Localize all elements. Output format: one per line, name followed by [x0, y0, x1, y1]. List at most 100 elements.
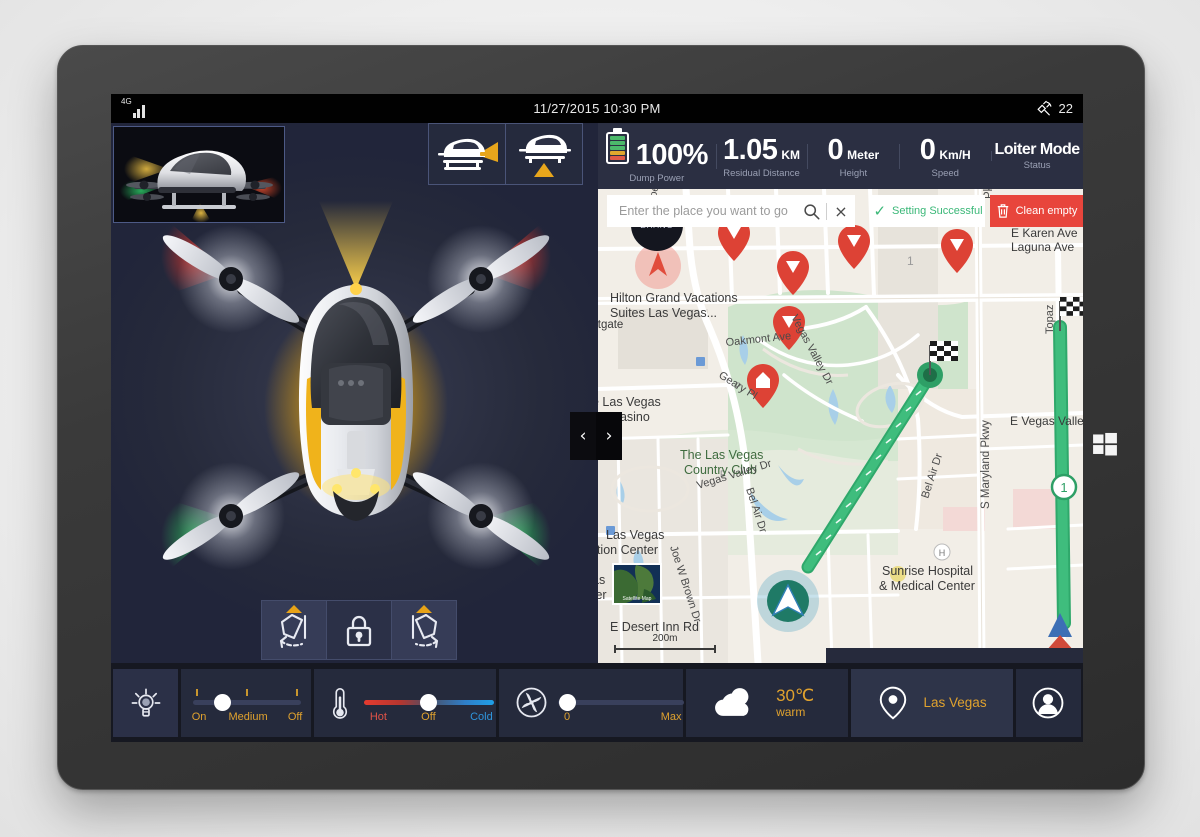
- slider-knob[interactable]: [214, 694, 232, 711]
- svg-text:ter: ter: [598, 588, 607, 602]
- drone-top-view-illustration: [161, 201, 551, 591]
- svg-text:S Maryland Pkwy: S Maryland Pkwy: [980, 420, 992, 509]
- lock-button[interactable]: [326, 601, 391, 659]
- satellite-map-toggle[interactable]: Satellite Map: [612, 563, 662, 605]
- map-panel: 100% Dump Power 1.05 KM Residual Distanc…: [598, 123, 1083, 663]
- trash-icon: [997, 204, 1008, 218]
- svg-text:Sunrise Hospital: Sunrise Hospital: [882, 564, 973, 578]
- svg-text:Suites Las Vegas...: Suites Las Vegas...: [610, 306, 717, 320]
- divider: [826, 202, 827, 220]
- svg-text:1: 1: [1060, 480, 1067, 495]
- fan-control-cell[interactable]: 0 Max: [499, 668, 685, 737]
- collapse-right-button[interactable]: ›: [596, 412, 622, 460]
- svg-text:& Medical Center: & Medical Center: [879, 579, 975, 593]
- place-search-bar[interactable]: ×: [607, 195, 855, 227]
- svg-text:Hilton Grand Vacations: Hilton Grand Vacations: [610, 291, 738, 305]
- metric-residual-distance: 1.05 KM Residual Distance: [715, 134, 808, 179]
- metric-unit: KM: [781, 147, 801, 162]
- temperature-slider[interactable]: Hot Off Cold: [364, 694, 495, 723]
- screenshot-stage: 4G 11/27/2015 10:30 PM 22 ‹ › 100% Dump …: [0, 0, 1200, 837]
- clean-empty-label: Clean empty: [1015, 205, 1078, 217]
- setting-status-badge: ✓ Setting Successful: [871, 195, 985, 227]
- bottom-light-view-button[interactable]: [505, 124, 582, 184]
- search-input[interactable]: [619, 204, 803, 218]
- slider-label: 0: [564, 711, 571, 723]
- satellite-icon: [1036, 100, 1051, 116]
- svg-text:1: 1: [907, 254, 914, 268]
- fan-icon: [515, 686, 548, 719]
- user-avatar-icon: [1031, 686, 1065, 720]
- metric-value: 100%: [635, 139, 709, 171]
- satellite-map-caption: Satellite Map: [622, 596, 652, 602]
- windows-home-button[interactable]: [1088, 427, 1122, 461]
- svg-text:E Desert Inn Rd: E Desert Inn Rd: [610, 620, 699, 634]
- metric-value: 0: [827, 133, 844, 166]
- slider-label: On: [191, 711, 207, 723]
- setting-status-label: Setting Successful: [892, 205, 983, 217]
- navigation-map[interactable]: 1 PP H Hilton Grand Vacations Suites Las…: [598, 189, 1083, 663]
- metric-label: Status: [1023, 160, 1051, 171]
- svg-text:E Karen Ave: E Karen Ave: [1011, 226, 1078, 240]
- check-icon: ✓: [873, 202, 887, 220]
- weather-condition: warm: [776, 705, 806, 720]
- svg-text:H: H: [939, 548, 946, 558]
- map-scale-label: 200m: [652, 633, 678, 644]
- slider-label: Off: [287, 711, 303, 723]
- user-profile-button[interactable]: [1015, 668, 1081, 737]
- light-level-slider-cell[interactable]: On Medium Off: [181, 668, 312, 737]
- svg-text:Topaz: Topaz: [1044, 305, 1056, 334]
- svg-text:E Vegas Valley Dr: E Vegas Valley Dr: [1010, 414, 1083, 428]
- weather-cell[interactable]: 30℃ warm: [686, 668, 849, 737]
- weather-readout: 30℃ warm: [776, 686, 814, 720]
- slider-knob[interactable]: [420, 694, 438, 711]
- collapse-left-button[interactable]: ‹: [570, 412, 596, 460]
- svg-text:stgate: stgate: [598, 319, 623, 331]
- metric-unit: Km/H: [939, 147, 971, 162]
- tilt-left-icon: [279, 613, 307, 649]
- search-icon[interactable]: [803, 203, 820, 220]
- slider-track: [558, 700, 685, 705]
- location-pin-icon: [878, 685, 908, 720]
- windows-logo-icon: [1093, 432, 1117, 456]
- slider-label: Medium: [228, 711, 268, 723]
- satellite-count: 22: [1058, 101, 1073, 116]
- slider-track: [193, 700, 302, 705]
- status-bar: 4G 11/27/2015 10:30 PM 22: [111, 94, 1083, 123]
- metric-label: Residual Distance: [723, 167, 800, 179]
- metric-label: Speed: [931, 167, 959, 179]
- fan-slider[interactable]: 0 Max: [558, 694, 685, 723]
- tilt-left-button[interactable]: [262, 601, 326, 659]
- current-place-button[interactable]: Las Vegas: [851, 668, 1013, 737]
- metric-unit: Meter: [847, 147, 880, 162]
- app-screen: 4G 11/27/2015 10:30 PM 22 ‹ › 100% Dump …: [111, 94, 1083, 742]
- drone-bottom-light-icon: [519, 134, 571, 177]
- clean-empty-button[interactable]: Clean empty: [990, 195, 1083, 227]
- thermometer-icon: [330, 684, 350, 722]
- svg-text:Commercial Center: Commercial Center: [876, 189, 979, 191]
- panel-splitter: ‹ ›: [570, 412, 622, 460]
- front-light-view-button[interactable]: [429, 124, 505, 184]
- location-info-card: Las Vegas City Clark County Nevada State: [826, 648, 1083, 663]
- tilt-right-button[interactable]: [391, 601, 456, 659]
- metric-height: 0 Meter Height: [807, 134, 899, 179]
- telemetry-metrics-bar: 100% Dump Power 1.05 KM Residual Distanc…: [598, 123, 1083, 189]
- active-caret-icon: [416, 605, 432, 613]
- drone-attitude-controls: [261, 600, 457, 660]
- slider-knob[interactable]: [559, 694, 577, 711]
- clear-search-icon[interactable]: ×: [833, 202, 849, 221]
- metric-value: Loiter Mode: [994, 141, 1081, 158]
- metric-dump-power: 100% Dump Power: [598, 128, 716, 184]
- light-toggle-button[interactable]: [113, 668, 179, 737]
- satellite-indicator: 22: [1035, 99, 1073, 118]
- slider-label: Hot: [369, 711, 387, 723]
- temperature-control-cell[interactable]: Hot Off Cold: [314, 668, 497, 737]
- slider-label: Cold: [470, 711, 493, 723]
- slider-label: Max: [660, 711, 682, 723]
- lock-icon: [346, 615, 372, 647]
- lightbulb-icon: [129, 686, 163, 720]
- map-scale: 200m: [610, 633, 720, 653]
- light-slider[interactable]: On Medium Off: [192, 689, 302, 723]
- current-place-label: Las Vegas: [923, 695, 987, 710]
- metric-speed: 0 Km/H Speed: [899, 134, 991, 179]
- svg-text:Las Vegas: Las Vegas: [606, 528, 664, 542]
